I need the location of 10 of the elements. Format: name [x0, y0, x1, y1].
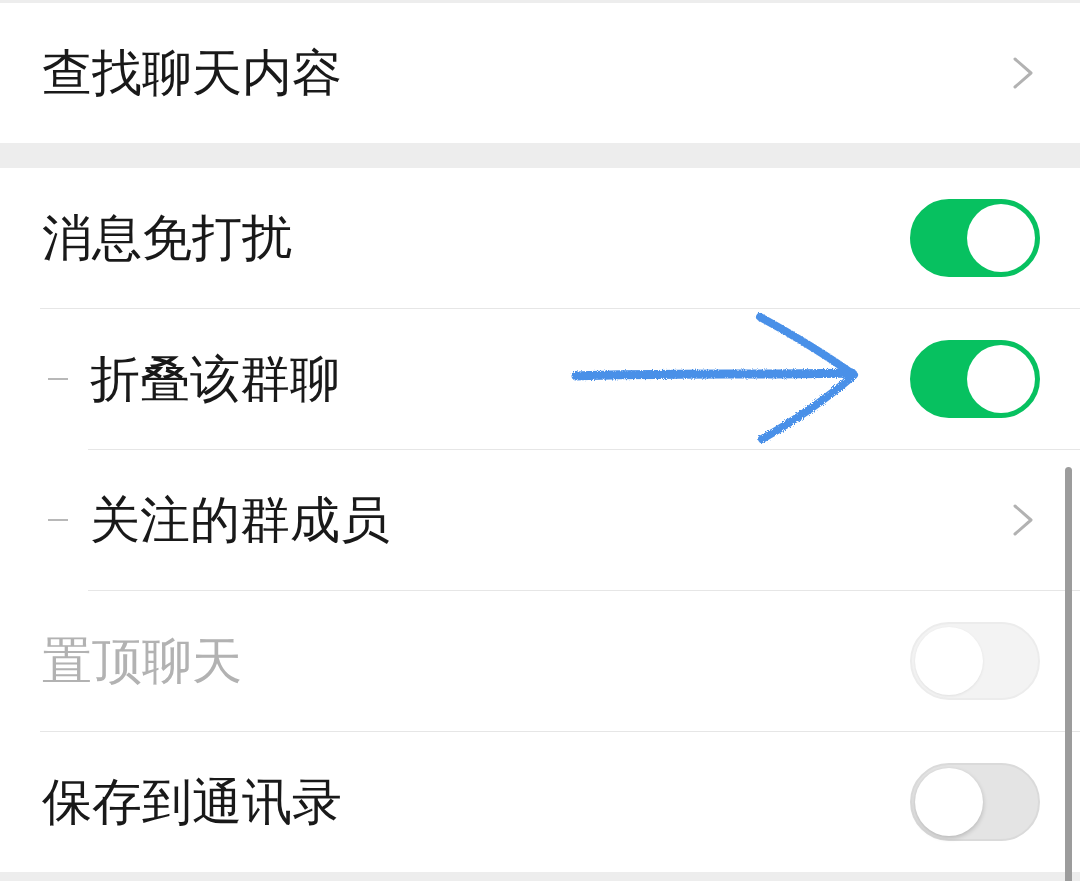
dash-icon	[48, 378, 68, 380]
row-label[interactable]: 查找聊天内容	[42, 44, 342, 102]
chevron-right-icon	[1013, 57, 1033, 89]
row-label[interactable]: 消息免打扰	[42, 209, 292, 267]
row-label[interactable]: 折叠该群聊	[90, 350, 340, 408]
dash-icon	[48, 519, 68, 521]
row-label[interactable]: 关注的群成员	[90, 491, 390, 549]
row-label[interactable]: 保存到通讯录	[42, 773, 342, 831]
chevron-right-icon	[1013, 504, 1033, 536]
scrollbar[interactable]	[1065, 467, 1072, 881]
